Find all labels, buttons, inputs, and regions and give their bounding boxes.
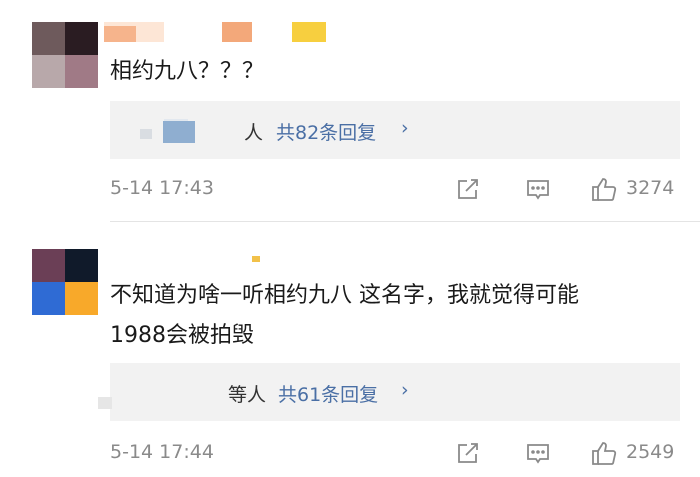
reply-preview[interactable]: 人 共82条回复 ›: [110, 101, 680, 159]
like-count: 3274: [626, 177, 675, 199]
reply-user-censored: [98, 397, 112, 409]
reply-user-censored: [163, 121, 195, 143]
chevron-right-icon[interactable]: ›: [401, 379, 409, 401]
reply-users-suffix: 人: [244, 122, 264, 144]
comment-item: 不知道为啥一听相约九八 这名字，我就觉得可能 1988会被拍毁 等人 共61条回…: [0, 222, 700, 477]
comment-item: 相约九八？？？ 人 共82条回复 › 5-14 17:43 3274: [0, 0, 700, 222]
timestamp: 5-14 17:44: [110, 441, 214, 463]
like-icon[interactable]: [590, 175, 618, 203]
comment-text: 相约九八？？？: [110, 59, 265, 84]
username-censored[interactable]: [104, 22, 344, 42]
reply-preview[interactable]: 等人 共61条回复 ›: [98, 363, 680, 421]
edit-share-icon[interactable]: [454, 175, 482, 203]
username-censored[interactable]: [104, 244, 344, 264]
reply-count-link[interactable]: 共61条回复: [278, 380, 378, 407]
reply-users-suffix: 等人: [228, 384, 267, 406]
edit-share-icon[interactable]: [454, 439, 482, 467]
comment-icon[interactable]: [524, 439, 552, 467]
chevron-right-icon[interactable]: ›: [401, 117, 409, 139]
comment-footer: 5-14 17:43 3274: [110, 170, 690, 210]
comment-icon[interactable]: [524, 175, 552, 203]
like-count: 2549: [626, 441, 675, 463]
comment-footer: 5-14 17:44 2549: [110, 434, 690, 474]
like-icon[interactable]: [590, 439, 618, 467]
avatar[interactable]: [32, 249, 98, 315]
avatar[interactable]: [32, 22, 98, 88]
reply-count-link[interactable]: 共82条回复: [276, 118, 376, 145]
reply-user-censored: [140, 129, 152, 139]
comment-text: 不知道为啥一听相约九八 这名字，我就觉得可能 1988会被拍毁: [110, 283, 579, 348]
timestamp: 5-14 17:43: [110, 177, 214, 199]
